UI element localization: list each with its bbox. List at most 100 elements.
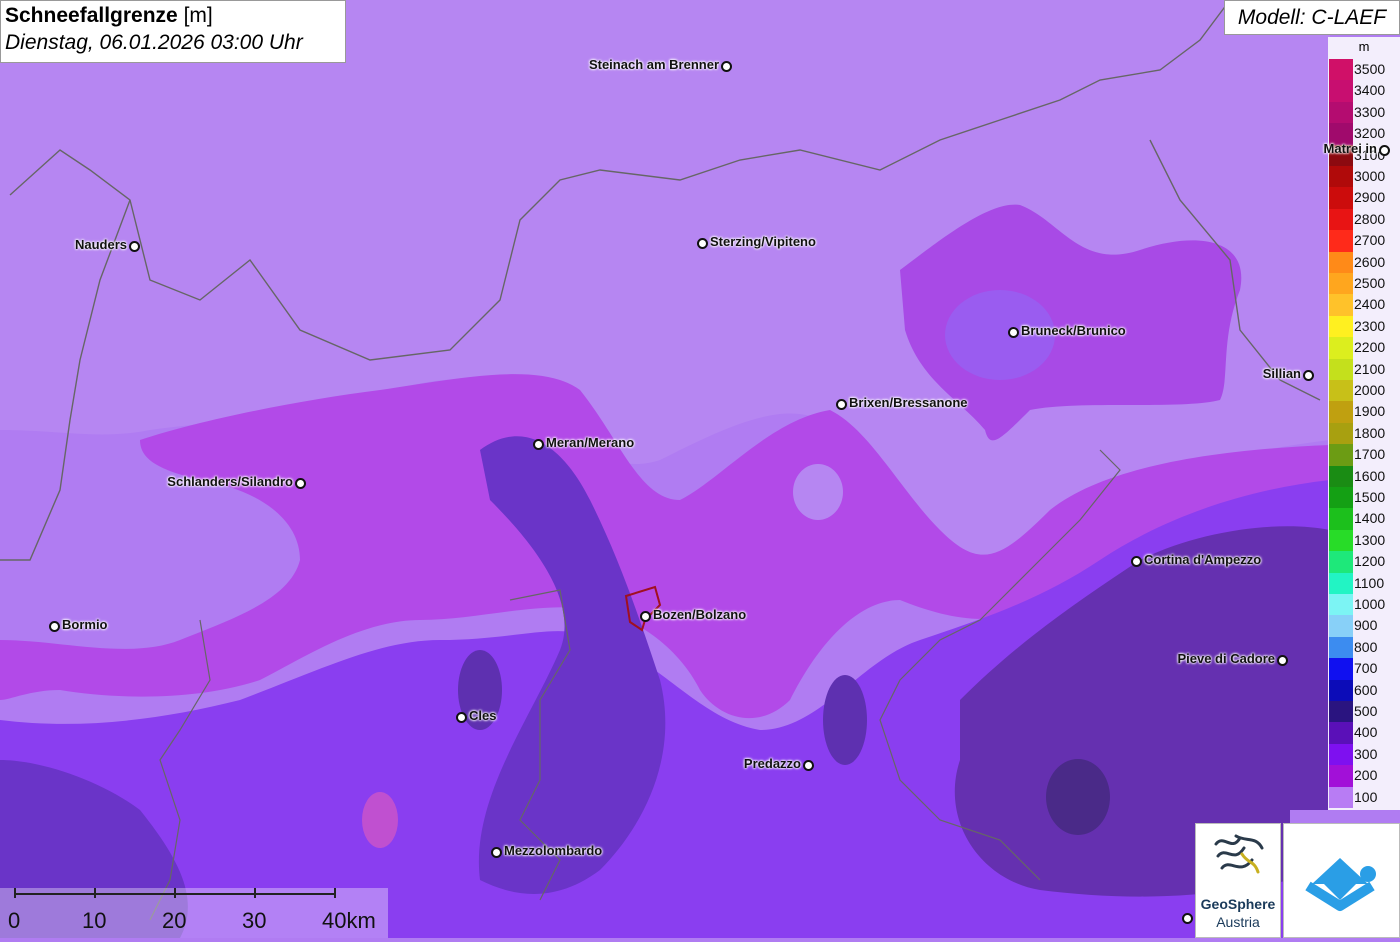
scale-label: 0 — [8, 908, 21, 933]
city-label: Cles — [469, 708, 497, 723]
scale-label: 20 — [162, 908, 187, 933]
legend-row: 800 — [1328, 636, 1400, 659]
geosphere-emblem-icon — [1214, 834, 1264, 874]
legend-swatch — [1329, 166, 1353, 188]
legend-swatch — [1329, 251, 1353, 273]
city-marker — [1379, 145, 1390, 156]
legend-swatch — [1329, 743, 1353, 766]
legend-label: 3000 — [1354, 168, 1386, 184]
legend-swatch — [1329, 101, 1353, 124]
legend-swatch — [1329, 615, 1353, 637]
legend-label: 300 — [1354, 745, 1378, 762]
legend-row: 3000 — [1328, 166, 1400, 188]
scale-tick — [334, 888, 336, 898]
legend-swatch — [1329, 358, 1353, 380]
legend-swatch — [1329, 487, 1353, 509]
legend-label: 1200 — [1354, 553, 1386, 570]
legend-swatch — [1329, 315, 1353, 338]
legend-label: 2000 — [1354, 382, 1386, 398]
legend-row: 1700 — [1328, 444, 1400, 466]
legend-row: 1300 — [1328, 529, 1400, 552]
legend-row: 2300 — [1328, 315, 1400, 338]
legend-label: 2500 — [1354, 275, 1386, 291]
scale-label: 40km — [322, 908, 376, 933]
legend-row: 2800 — [1328, 208, 1400, 231]
legend-swatch — [1329, 679, 1353, 701]
legend-swatch — [1329, 636, 1353, 659]
city-label: Nauders — [74, 237, 127, 252]
legend-swatch — [1329, 658, 1353, 680]
legend-swatch — [1329, 294, 1353, 316]
scale-bar: 0 10 20 30 40km — [0, 888, 388, 938]
city-marker — [1008, 327, 1019, 338]
legend-unit: m — [1358, 39, 1370, 54]
legend-row: 1600 — [1328, 465, 1400, 487]
legend-row: 300 — [1328, 743, 1400, 766]
city-marker — [129, 241, 140, 252]
legend-row: 2700 — [1328, 230, 1400, 252]
legend-label: 3300 — [1354, 103, 1386, 120]
legend-row: 1900 — [1328, 401, 1400, 423]
legend-label: 2700 — [1354, 232, 1386, 249]
legend-label: 2600 — [1354, 253, 1386, 270]
city-marker — [697, 238, 708, 249]
legend-row: 2200 — [1328, 337, 1400, 359]
city-label: Schlanders/Silandro — [167, 474, 293, 489]
house-cloud-icon — [1305, 858, 1376, 911]
city-marker — [1303, 370, 1314, 381]
legend-label: 500 — [1354, 703, 1378, 719]
legend-swatch — [1329, 401, 1353, 423]
city-label: Sillian — [1262, 366, 1301, 381]
city-marker — [49, 621, 60, 632]
city-label: Bormio — [62, 617, 108, 632]
legend-swatch — [1329, 465, 1353, 487]
legend-row: 1200 — [1328, 551, 1400, 573]
legend-row: 500 — [1328, 701, 1400, 723]
city-marker — [1277, 655, 1288, 666]
legend-row: 2100 — [1328, 358, 1400, 380]
legend-row: 1800 — [1328, 422, 1400, 445]
scale-label: 10 — [82, 908, 107, 933]
app-logo — [1283, 823, 1400, 938]
city-label: Matrei in — [1323, 141, 1377, 156]
legend-label: 2400 — [1354, 296, 1386, 313]
legend-row: 2000 — [1328, 380, 1400, 402]
scale-tick — [254, 888, 256, 898]
city-marker — [640, 611, 651, 622]
city-marker — [803, 760, 814, 771]
legend-label: 2900 — [1354, 189, 1386, 206]
legend-swatch — [1329, 701, 1353, 723]
legend-row: 600 — [1328, 679, 1400, 701]
city-label: Cortina d'Ampezzo — [1144, 552, 1262, 567]
legend-label: 200 — [1354, 767, 1378, 784]
city-marker — [1182, 913, 1193, 924]
legend-row: 1500 — [1328, 487, 1400, 509]
legend-label: 2200 — [1354, 339, 1386, 356]
geosphere-line2: Austria — [1216, 914, 1260, 930]
legend-row: 1400 — [1328, 508, 1400, 530]
legend-label: 2300 — [1354, 317, 1386, 334]
legend-label: 3200 — [1354, 125, 1386, 142]
legend-label: 3400 — [1354, 82, 1386, 99]
legend-label: 2100 — [1354, 360, 1386, 377]
snowline-map — [0, 0, 1400, 938]
legend-swatch — [1329, 273, 1353, 295]
legend-swatch — [1329, 722, 1353, 744]
geosphere-logo: GeoSphere Austria — [1195, 823, 1281, 938]
legend-label: 800 — [1354, 638, 1378, 655]
legend-label: 400 — [1354, 724, 1378, 741]
legend-label: 700 — [1354, 660, 1378, 677]
legend-label: 1800 — [1354, 424, 1386, 441]
map-title: Schneefallgrenze [m] — [5, 4, 213, 27]
city-marker — [1131, 556, 1142, 567]
legend-swatch — [1329, 208, 1353, 231]
legend-swatch — [1329, 337, 1353, 359]
city-marker — [491, 847, 502, 858]
legend-label: 1100 — [1354, 574, 1385, 591]
model-label: Modell: C-LAEF — [1224, 0, 1400, 35]
legend-swatch — [1329, 422, 1353, 445]
legend-row: 2600 — [1328, 251, 1400, 273]
legend-row: 100 — [1328, 786, 1400, 808]
legend-swatch — [1329, 765, 1353, 787]
legend-swatch — [1329, 594, 1353, 616]
